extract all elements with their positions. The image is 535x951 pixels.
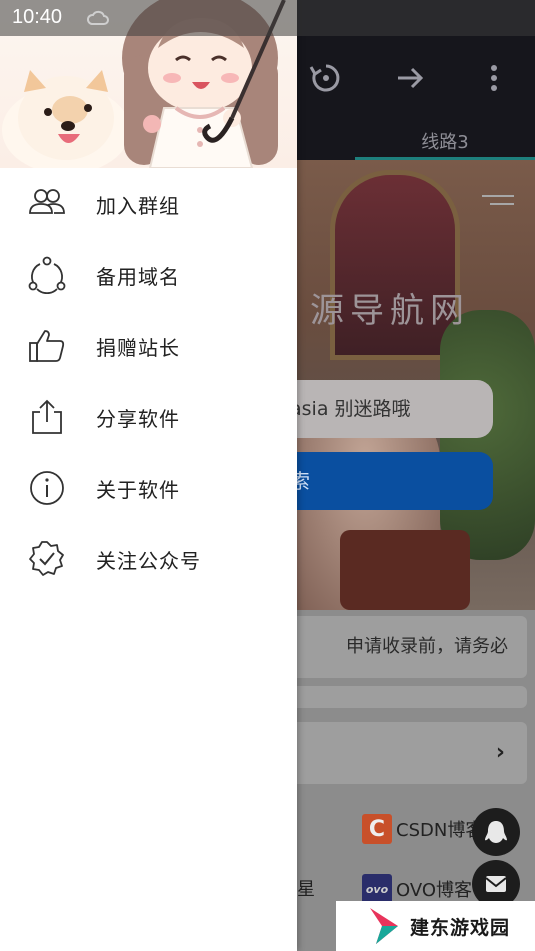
watermark-text: 建东游戏园 (410, 916, 511, 939)
drawer-item-donate[interactable]: 捐赠站长 (0, 316, 297, 376)
share-nodes-icon (28, 256, 66, 294)
drawer-item-backup-domain[interactable]: 备用域名 (0, 245, 297, 305)
navigation-drawer: 加入群组 备用域名 捐赠站长 分享软件 关于软件 关注公众号 (0, 0, 297, 951)
drawer-item-label: 备用域名 (96, 264, 180, 289)
history-icon[interactable] (306, 58, 346, 98)
more-vert-icon[interactable] (474, 58, 514, 98)
penguin-icon (485, 821, 507, 843)
drawer-item-label: 加入群组 (96, 193, 180, 218)
drawer-item-label: 关注公众号 (96, 548, 201, 573)
search-button[interactable]: 索 (270, 452, 493, 510)
forward-arrow-icon[interactable] (390, 58, 430, 98)
chevron-right-icon: › (495, 740, 505, 765)
status-time: 10:40 (12, 6, 63, 28)
info-icon (30, 471, 64, 505)
link-ovo[interactable]: ovo OVO博客 (362, 874, 472, 904)
watermark-logo-icon (370, 908, 398, 944)
share-upload-icon (32, 399, 62, 434)
status-bar: 10:40 (0, 0, 535, 36)
hero-chair-decoration (340, 530, 470, 610)
site-title: 源导航网 (310, 291, 470, 331)
watermark-banner: 建东游戏园 (336, 901, 535, 951)
drawer-item-share-app[interactable]: 分享软件 (0, 387, 297, 447)
link-fragment[interactable]: 星 (297, 875, 315, 901)
drawer-item-follow-official-account[interactable]: 关注公众号 (0, 529, 297, 589)
drawer-item-join-group[interactable]: 加入群组 (0, 174, 297, 234)
cloud-icon (86, 10, 109, 25)
drawer-item-label: 捐赠站长 (96, 335, 180, 360)
ovo-logo-icon: ovo (362, 874, 392, 904)
verified-badge-icon (29, 541, 64, 576)
link-csdn[interactable]: C CSDN博客 (362, 814, 483, 844)
drawer-item-label: 关于软件 (96, 477, 180, 502)
drawer-item-about-app[interactable]: 关于软件 (0, 458, 297, 518)
tab-route-3[interactable]: 线路3 (395, 128, 495, 154)
group-icon (29, 189, 65, 214)
link-label: CSDN博客 (396, 820, 484, 841)
qq-float-button[interactable] (472, 808, 520, 856)
drawer-item-label: 分享软件 (96, 406, 180, 431)
link-label: OVO博客 (396, 880, 473, 901)
search-input[interactable]: asia 别迷路哦 (270, 380, 493, 438)
csdn-logo-icon: C (362, 814, 392, 844)
hamburger-menu-icon[interactable] (482, 195, 514, 215)
thumbs-up-icon (29, 330, 65, 362)
